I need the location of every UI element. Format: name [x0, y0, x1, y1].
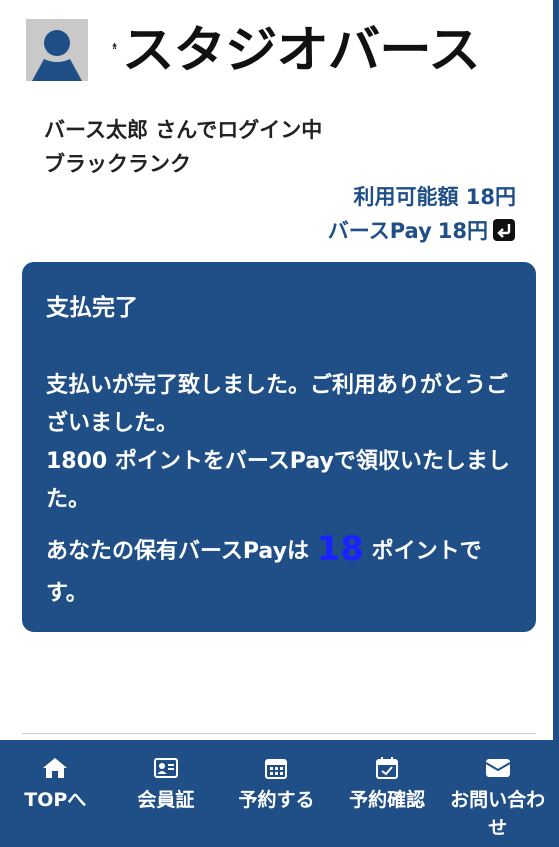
envelope-icon: [485, 759, 511, 777]
card-message: 支払いが完了致しました。ご利用ありがとうございました。 1800 ポイントをバー…: [46, 367, 516, 519]
pay-label: バースPay: [327, 219, 432, 243]
scrollbar-rail[interactable]: [553, 0, 559, 847]
avatar[interactable]: [26, 19, 88, 81]
thanks-message: 支払いが完了致しました。ご利用ありがとうございました。: [46, 373, 509, 436]
id-card-icon: [153, 758, 178, 778]
available-amount: 利用可能額 18円: [353, 185, 516, 209]
balance-message: あなたの保有バースPayは 18 ポイントです。: [46, 528, 516, 615]
studio-logo[interactable]: スタジオバース: [112, 12, 480, 80]
member-rank: ブラックランク: [44, 152, 191, 176]
nav-reserve[interactable]: 予約する: [221, 740, 332, 847]
calendar-icon: [265, 759, 288, 779]
pay-balance-link[interactable]: バースPay 18円: [328, 215, 516, 245]
login-status: バース太郎 さんでログイン中: [44, 118, 323, 142]
page: スタジオバース バース太郎 さんでログイン中 ブラックランク 利用可能額 18円…: [0, 0, 559, 847]
return-arrow-icon[interactable]: [492, 218, 516, 242]
nav-member-card[interactable]: 会員証: [111, 740, 222, 847]
nav-contact-label: お問い合わせ: [450, 789, 546, 839]
payment-complete-card: 支払完了 支払いが完了致しました。ご利用ありがとうございました。 1800 ポイ…: [22, 262, 536, 632]
nav-contact[interactable]: お問い合わせ: [442, 740, 553, 847]
nav-reserve-label: 予約する: [238, 789, 315, 811]
logo-mascot-icon: [112, 43, 118, 50]
nav-top[interactable]: TOPへ: [0, 740, 111, 847]
divider: [22, 733, 536, 734]
balance-prefix: あなたの保有バースPayは: [46, 539, 309, 564]
logo-text: スタジオバース: [121, 21, 481, 79]
card-title: 支払完了: [46, 295, 138, 321]
nav-member-card-label: 会員証: [137, 789, 195, 811]
pay-amount: 18円: [437, 219, 488, 243]
nav-top-label: TOPへ: [24, 789, 87, 811]
calendar-check-icon: [376, 757, 399, 779]
bottom-nav: TOPへ 会員証 予約する 予約確認 お問い合わせ: [0, 740, 553, 847]
receipt-message: 1800 ポイントをバースPayで領収いたしました。: [46, 449, 510, 512]
home-icon: [43, 758, 68, 778]
nav-reservation-check[interactable]: 予約確認: [332, 740, 443, 847]
nav-reservation-check-label: 予約確認: [349, 789, 426, 811]
balance-value: 18: [316, 529, 364, 569]
user-icon: [26, 19, 88, 81]
